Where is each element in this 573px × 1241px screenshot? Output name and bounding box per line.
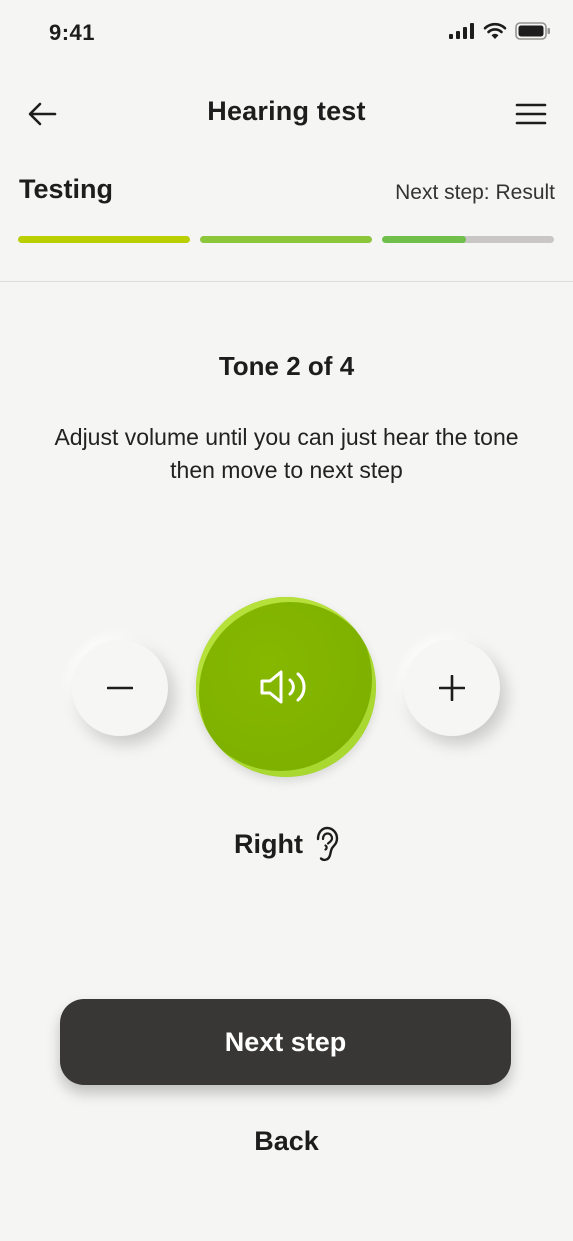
hamburger-menu-icon [515, 103, 547, 125]
minus-icon [107, 686, 133, 690]
wifi-icon [483, 22, 507, 39]
progress-segment-fill [18, 236, 190, 243]
status-time: 9:41 [49, 20, 96, 45]
battery-icon [515, 22, 550, 40]
page-title: Hearing test [207, 96, 366, 126]
cellular-signal-icon [449, 23, 474, 39]
ear-icon [316, 826, 339, 862]
next-step-label: Next step: Result [395, 181, 555, 204]
volume-up-button[interactable] [404, 640, 500, 736]
next-step-button[interactable]: Next step [60, 999, 511, 1085]
volume-down-button[interactable] [72, 640, 168, 736]
progress-bar [18, 236, 554, 243]
tone-counter: Tone 2 of 4 [218, 351, 355, 381]
progress-segment [18, 236, 190, 243]
progress-segment-fill [200, 236, 372, 243]
status-icons [449, 22, 551, 40]
ear-label: Right [234, 828, 303, 859]
step-title: Testing [19, 174, 113, 204]
menu-button[interactable] [511, 96, 551, 132]
progress-segment [382, 236, 554, 243]
plus-icon [439, 675, 465, 701]
speaker-icon [260, 670, 306, 704]
ear-indicator: Right [0, 826, 573, 862]
progress-segment [200, 236, 372, 243]
back-button[interactable]: Back [0, 1126, 573, 1157]
progress-segment-fill [382, 236, 467, 243]
instruction-text: Adjust volume until you can just hear th… [54, 424, 519, 483]
header-divider [0, 281, 573, 282]
play-tone-button[interactable] [196, 597, 376, 777]
hearing-test-screen: 9:41 Hearing test Testing Next step: Res… [0, 0, 573, 1241]
